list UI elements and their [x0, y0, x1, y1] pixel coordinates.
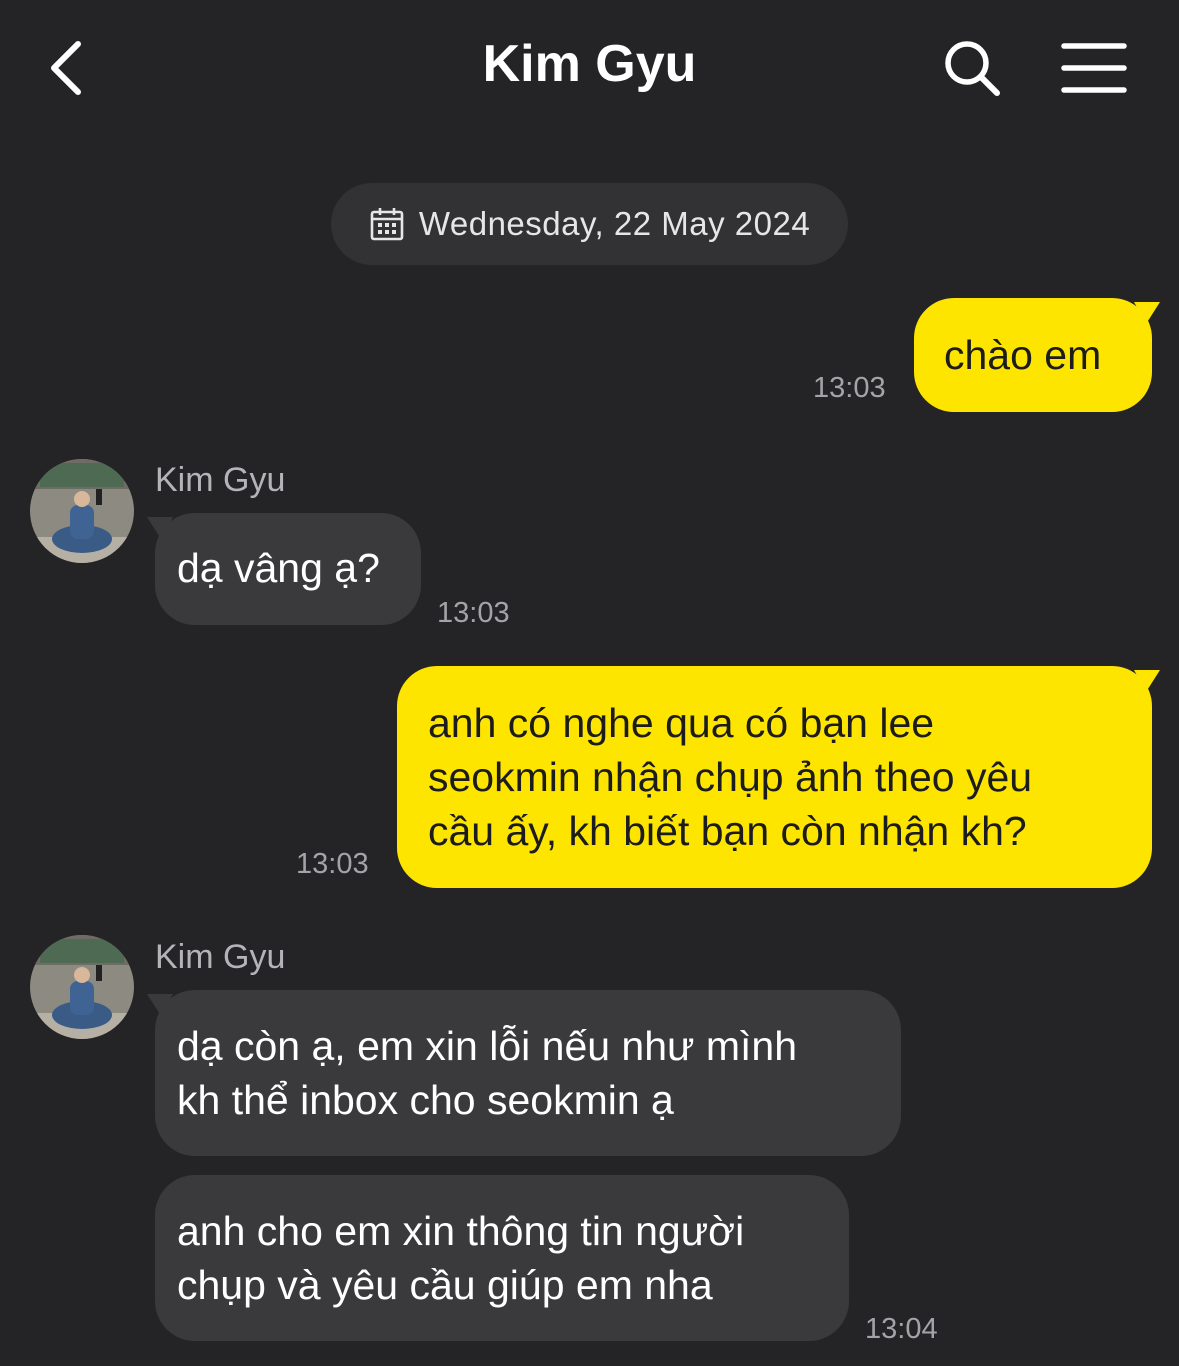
message-text-line: dạ còn ạ, em xin lỗi nếu như mình [177, 1023, 798, 1069]
message-timestamp: 13:04 [865, 1313, 938, 1345]
chat-header: Kim Gyu [0, 0, 1179, 140]
message-timestamp: 13:03 [296, 848, 369, 880]
outgoing-message-bubble[interactable]: chào em [914, 298, 1152, 412]
hamburger-menu-icon [1061, 43, 1127, 93]
message-text-line: anh có nghe qua có bạn lee [428, 700, 935, 746]
message-text-line: seokmin nhận chụp ảnh theo yêu [428, 754, 1033, 800]
sender-name: Kim Gyu [155, 938, 286, 976]
search-button[interactable] [940, 36, 1004, 100]
message-timestamp: 13:03 [813, 372, 886, 404]
message-text: dạ vâng ạ? [177, 545, 380, 591]
incoming-message-bubble[interactable]: dạ còn ạ, em xin lỗi nếu như mình kh thể… [155, 990, 901, 1156]
date-divider: Wednesday, 22 May 2024 [331, 183, 848, 265]
avatar[interactable] [30, 935, 134, 1039]
message-timestamp: 13:03 [437, 597, 510, 629]
sender-name: Kim Gyu [155, 461, 286, 499]
date-divider-text: Wednesday, 22 May 2024 [418, 205, 811, 242]
bubble-tail [1134, 302, 1160, 324]
message-text-line: chụp và yêu cầu giúp em nha [177, 1262, 713, 1308]
avatar-photo [30, 459, 134, 563]
bubble-tail [1134, 670, 1160, 692]
incoming-message-bubble[interactable]: anh cho em xin thông tin người chụp và y… [155, 1175, 849, 1341]
avatar-photo [30, 935, 134, 1039]
search-icon [945, 41, 1000, 96]
menu-button[interactable] [1058, 38, 1130, 98]
outgoing-message-bubble[interactable]: anh có nghe qua có bạn lee seokmin nhận … [397, 666, 1152, 888]
incoming-message-bubble[interactable]: dạ vâng ạ? [155, 513, 421, 625]
avatar[interactable] [30, 459, 134, 563]
message-text-line: anh cho em xin thông tin người [177, 1208, 745, 1254]
message-text-line: cầu ấy, kh biết bạn còn nhận kh? [428, 808, 1027, 854]
message-text: chào em [944, 332, 1102, 378]
calendar-icon [370, 208, 404, 241]
message-text-line: kh thể inbox cho seokmin ạ [177, 1077, 674, 1123]
